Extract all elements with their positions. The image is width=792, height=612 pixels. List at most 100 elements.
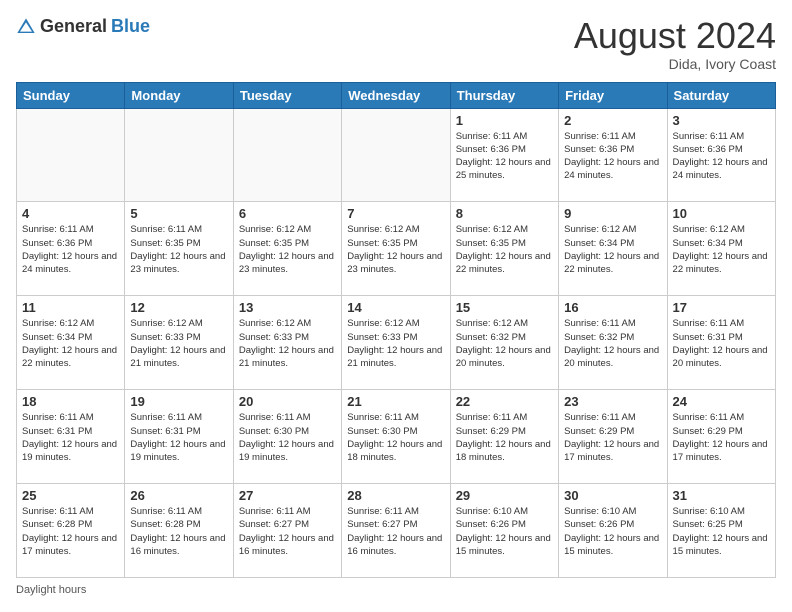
day-info: Sunrise: 6:12 AM Sunset: 6:35 PM Dayligh…	[239, 223, 336, 276]
col-wednesday: Wednesday	[342, 82, 450, 108]
day-number: 2	[564, 113, 661, 128]
title-area: August 2024 Dida, Ivory Coast	[574, 16, 776, 72]
day-cell: 17 Sunrise: 6:11 AM Sunset: 6:31 PM Dayli…	[667, 296, 775, 390]
day-cell	[342, 108, 450, 202]
header-row: Sunday Monday Tuesday Wednesday Thursday…	[17, 82, 776, 108]
day-info: Sunrise: 6:11 AM Sunset: 6:29 PM Dayligh…	[564, 411, 661, 464]
day-cell: 4Sunrise: 6:11 AM Sunset: 6:36 PM Daylig…	[17, 202, 125, 296]
page: GeneralBlue August 2024 Dida, Ivory Coas…	[0, 0, 792, 612]
day-cell	[233, 108, 341, 202]
day-cell: 7Sunrise: 6:12 AM Sunset: 6:35 PM Daylig…	[342, 202, 450, 296]
day-cell: 5 Sunrise: 6:11 AM Sunset: 6:35 PM Daylig…	[125, 202, 233, 296]
day-info: Sunrise: 6:11 AM Sunset: 6:27 PM Dayligh…	[347, 505, 444, 558]
day-cell	[17, 108, 125, 202]
day-cell: 21 Sunrise: 6:11 AM Sunset: 6:30 PM Dayli…	[342, 390, 450, 484]
day-number: 26	[130, 488, 227, 503]
col-monday: Monday	[125, 82, 233, 108]
day-info: Sunrise: 6:11 AM Sunset: 6:27 PM Dayligh…	[239, 505, 336, 558]
day-info: Sunrise: 6:12 AM Sunset: 6:33 PM Dayligh…	[130, 317, 227, 370]
day-info: Sunrise: 6:12 AM Sunset: 6:34 PM Dayligh…	[564, 223, 661, 276]
week-row-1: 1 Sunrise: 6:11 AM Sunset: 6:36 PM Daylig…	[17, 108, 776, 202]
day-number: 7	[347, 206, 444, 221]
footer-note: Daylight hours	[16, 584, 776, 596]
day-info: Sunrise: 6:11 AM Sunset: 6:36 PM Dayligh…	[564, 130, 661, 183]
week-row-4: 18 Sunrise: 6:11 AM Sunset: 6:31 PM Dayli…	[17, 390, 776, 484]
logo-general: General	[40, 16, 107, 37]
day-info: Sunrise: 6:12 AM Sunset: 6:33 PM Dayligh…	[239, 317, 336, 370]
location: Dida, Ivory Coast	[574, 56, 776, 72]
day-info: Sunrise: 6:11 AM Sunset: 6:30 PM Dayligh…	[239, 411, 336, 464]
day-info: Sunrise: 6:11 AM Sunset: 6:30 PM Dayligh…	[347, 411, 444, 464]
day-number: 5	[130, 206, 227, 221]
day-number: 20	[239, 394, 336, 409]
day-cell: 13 Sunrise: 6:12 AM Sunset: 6:33 PM Dayli…	[233, 296, 341, 390]
day-cell: 20 Sunrise: 6:11 AM Sunset: 6:30 PM Dayli…	[233, 390, 341, 484]
day-number: 21	[347, 394, 444, 409]
header: GeneralBlue August 2024 Dida, Ivory Coas…	[16, 16, 776, 72]
day-number: 1	[456, 113, 553, 128]
day-info: Sunrise: 6:11 AM Sunset: 6:32 PM Dayligh…	[564, 317, 661, 370]
day-number: 19	[130, 394, 227, 409]
day-number: 31	[673, 488, 770, 503]
day-info: Sunrise: 6:11 AM Sunset: 6:36 PM Dayligh…	[456, 130, 553, 183]
day-number: 22	[456, 394, 553, 409]
day-number: 11	[22, 300, 119, 315]
day-info: Sunrise: 6:10 AM Sunset: 6:26 PM Dayligh…	[456, 505, 553, 558]
day-cell: 12 Sunrise: 6:12 AM Sunset: 6:33 PM Dayli…	[125, 296, 233, 390]
day-info: Sunrise: 6:11 AM Sunset: 6:31 PM Dayligh…	[673, 317, 770, 370]
day-number: 10	[673, 206, 770, 221]
day-number: 23	[564, 394, 661, 409]
day-number: 13	[239, 300, 336, 315]
day-info: Sunrise: 6:12 AM Sunset: 6:33 PM Dayligh…	[347, 317, 444, 370]
day-number: 27	[239, 488, 336, 503]
day-cell: 2 Sunrise: 6:11 AM Sunset: 6:36 PM Daylig…	[559, 108, 667, 202]
day-cell: 23 Sunrise: 6:11 AM Sunset: 6:29 PM Dayli…	[559, 390, 667, 484]
day-info: Sunrise: 6:11 AM Sunset: 6:28 PM Dayligh…	[22, 505, 119, 558]
day-info: Sunrise: 6:11 AM Sunset: 6:31 PM Dayligh…	[22, 411, 119, 464]
col-tuesday: Tuesday	[233, 82, 341, 108]
col-saturday: Saturday	[667, 82, 775, 108]
day-number: 8	[456, 206, 553, 221]
day-cell: 14Sunrise: 6:12 AM Sunset: 6:33 PM Dayli…	[342, 296, 450, 390]
day-cell: 8Sunrise: 6:12 AM Sunset: 6:35 PM Daylig…	[450, 202, 558, 296]
day-info: Sunrise: 6:11 AM Sunset: 6:36 PM Dayligh…	[22, 223, 119, 276]
day-info: Sunrise: 6:12 AM Sunset: 6:32 PM Dayligh…	[456, 317, 553, 370]
day-info: Sunrise: 6:11 AM Sunset: 6:29 PM Dayligh…	[456, 411, 553, 464]
day-info: Sunrise: 6:12 AM Sunset: 6:34 PM Dayligh…	[673, 223, 770, 276]
day-info: Sunrise: 6:10 AM Sunset: 6:25 PM Dayligh…	[673, 505, 770, 558]
month-title: August 2024	[574, 16, 776, 56]
week-row-3: 11 Sunrise: 6:12 AM Sunset: 6:34 PM Dayli…	[17, 296, 776, 390]
day-info: Sunrise: 6:10 AM Sunset: 6:26 PM Dayligh…	[564, 505, 661, 558]
day-cell: 11 Sunrise: 6:12 AM Sunset: 6:34 PM Dayli…	[17, 296, 125, 390]
day-info: Sunrise: 6:12 AM Sunset: 6:34 PM Dayligh…	[22, 317, 119, 370]
calendar-body: 1 Sunrise: 6:11 AM Sunset: 6:36 PM Daylig…	[17, 108, 776, 577]
day-number: 25	[22, 488, 119, 503]
col-thursday: Thursday	[450, 82, 558, 108]
day-cell: 9 Sunrise: 6:12 AM Sunset: 6:34 PM Daylig…	[559, 202, 667, 296]
calendar: Sunday Monday Tuesday Wednesday Thursday…	[16, 82, 776, 578]
col-friday: Friday	[559, 82, 667, 108]
week-row-5: 25 Sunrise: 6:11 AM Sunset: 6:28 PM Dayli…	[17, 484, 776, 578]
day-cell: 22 Sunrise: 6:11 AM Sunset: 6:29 PM Dayli…	[450, 390, 558, 484]
day-cell: 6Sunrise: 6:12 AM Sunset: 6:35 PM Daylig…	[233, 202, 341, 296]
day-number: 24	[673, 394, 770, 409]
day-info: Sunrise: 6:11 AM Sunset: 6:35 PM Dayligh…	[130, 223, 227, 276]
calendar-header: Sunday Monday Tuesday Wednesday Thursday…	[17, 82, 776, 108]
day-cell: 19Sunrise: 6:11 AM Sunset: 6:31 PM Dayli…	[125, 390, 233, 484]
day-number: 12	[130, 300, 227, 315]
logo-area: GeneralBlue	[16, 16, 150, 37]
day-cell: 25 Sunrise: 6:11 AM Sunset: 6:28 PM Dayli…	[17, 484, 125, 578]
day-number: 9	[564, 206, 661, 221]
day-info: Sunrise: 6:11 AM Sunset: 6:29 PM Dayligh…	[673, 411, 770, 464]
day-cell: 16 Sunrise: 6:11 AM Sunset: 6:32 PM Dayli…	[559, 296, 667, 390]
logo: GeneralBlue	[16, 16, 150, 37]
day-number: 16	[564, 300, 661, 315]
week-row-2: 4Sunrise: 6:11 AM Sunset: 6:36 PM Daylig…	[17, 202, 776, 296]
day-number: 15	[456, 300, 553, 315]
day-number: 30	[564, 488, 661, 503]
day-number: 17	[673, 300, 770, 315]
day-number: 18	[22, 394, 119, 409]
day-info: Sunrise: 6:11 AM Sunset: 6:36 PM Dayligh…	[673, 130, 770, 183]
day-number: 3	[673, 113, 770, 128]
day-cell: 31 Sunrise: 6:10 AM Sunset: 6:25 PM Dayli…	[667, 484, 775, 578]
